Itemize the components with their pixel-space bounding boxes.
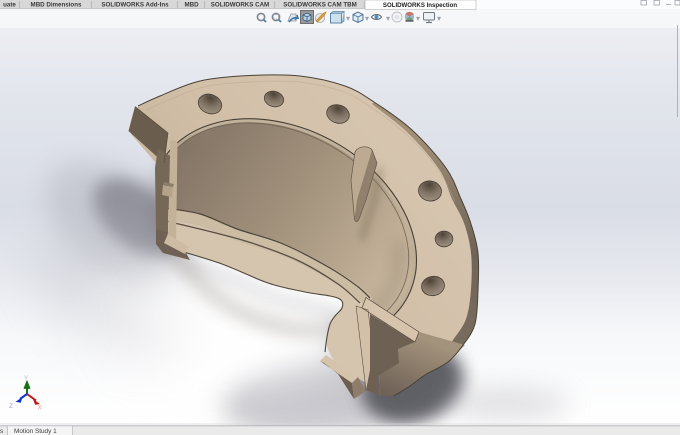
svg-text:SOLIDWORKS CAM TBM: SOLIDWORKS CAM TBM: [283, 2, 357, 9]
svg-text:SOLIDWORKS Add-Ins: SOLIDWORKS Add-Ins: [101, 2, 169, 9]
svg-text:MBD Dimensions: MBD Dimensions: [31, 2, 82, 9]
svg-text:Motion Study 1: Motion Study 1: [14, 428, 57, 435]
svg-text:▾: ▾: [437, 14, 441, 23]
svg-text:▾: ▾: [346, 14, 350, 23]
svg-text:▾: ▾: [416, 14, 420, 23]
svg-text:X: X: [38, 405, 43, 412]
svg-text:SOLIDWORKS CAM: SOLIDWORKS CAM: [211, 2, 269, 9]
svg-text:Z: Z: [9, 403, 13, 410]
svg-text:s: s: [0, 428, 3, 435]
svg-text:MBD: MBD: [184, 2, 199, 9]
svg-text:▾: ▾: [365, 14, 369, 23]
svg-text:uate: uate: [3, 2, 16, 9]
svg-text:▾: ▾: [386, 14, 390, 23]
svg-text:SOLIDWORKS Inspection: SOLIDWORKS Inspection: [383, 2, 457, 9]
